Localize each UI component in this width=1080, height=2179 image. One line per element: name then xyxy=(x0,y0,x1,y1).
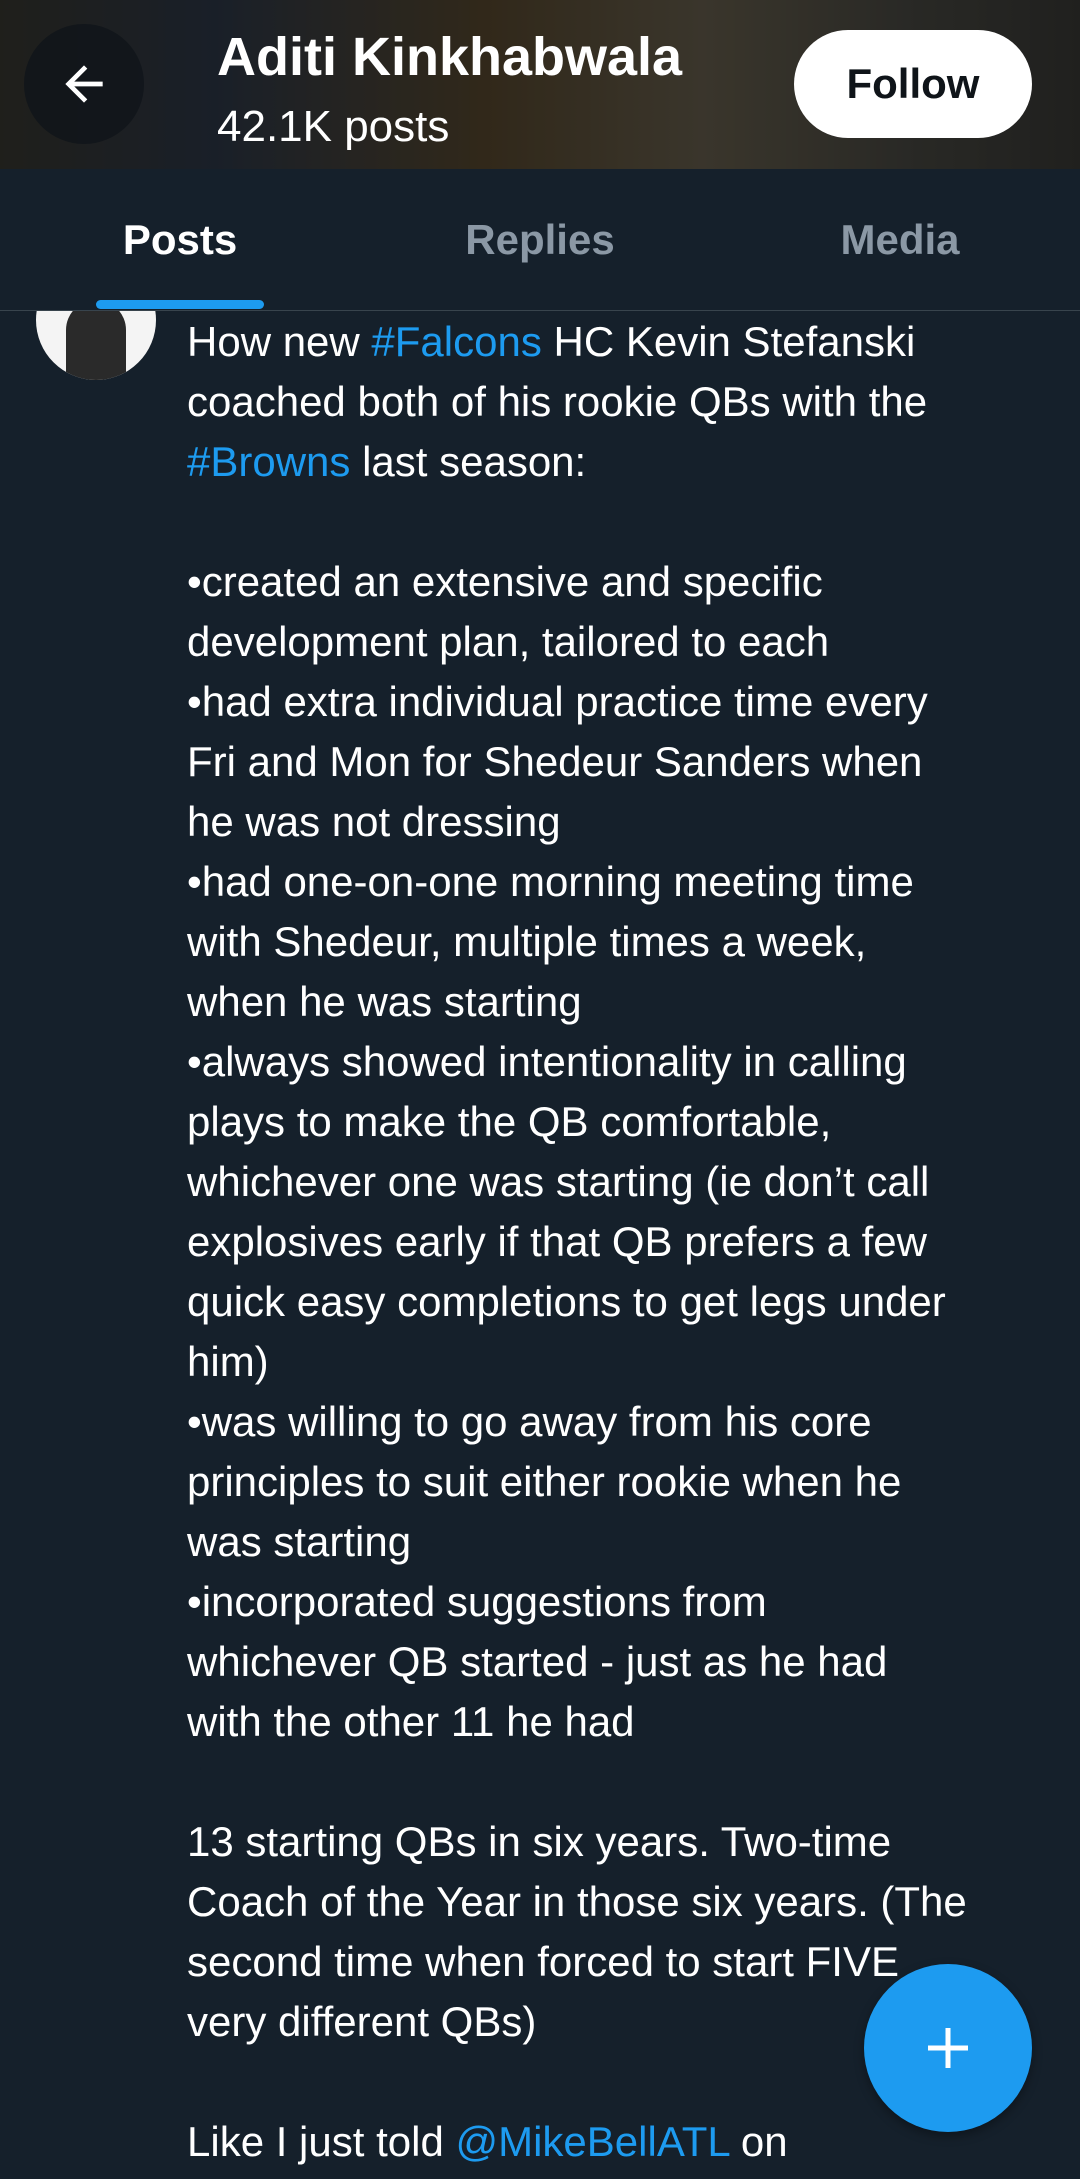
post-text-segment: last season: xyxy=(350,438,587,485)
post-text-segment: was starting xyxy=(187,1518,412,1565)
tab-posts[interactable]: Posts xyxy=(60,169,300,310)
post-text-line xyxy=(187,492,1057,552)
post-text-line: whichever one was starting (ie don’t cal… xyxy=(187,1152,1057,1212)
post-text-segment: •had extra individual practice time ever… xyxy=(187,678,928,725)
post-text-segment: principles to suit either rookie when he xyxy=(187,1458,902,1505)
follow-button[interactable]: Follow xyxy=(794,30,1032,138)
post-text-line: explosives early if that QB prefers a fe… xyxy=(187,1212,1057,1272)
post-text-line: he was not dressing xyxy=(187,792,1057,852)
post-text-segment: with Shedeur, multiple times a week, xyxy=(187,918,867,965)
post-text-segment: quick easy completions to get legs under xyxy=(187,1278,946,1325)
post-text-segment: development plan, tailored to each xyxy=(187,618,830,665)
post-text-line: •had one-on-one morning meeting time xyxy=(187,852,1057,912)
post-text-line: coached both of his rookie QBs with the xyxy=(187,372,1057,432)
post-text-line: Fri and Mon for Shedeur Sanders when xyxy=(187,732,1057,792)
post-text-segment: he was not dressing xyxy=(187,798,561,845)
post-text-line: •was willing to go away from his core xyxy=(187,1392,1057,1452)
profile-name: Aditi Kinkhabwala xyxy=(217,27,683,87)
post-text-line: with Shedeur, multiple times a week, xyxy=(187,912,1057,972)
post-text-segment: plays to make the QB comfortable, xyxy=(187,1098,832,1145)
post-text-segment: Fri and Mon for Shedeur Sanders when xyxy=(187,738,923,785)
post-text-segment: explosives early if that QB prefers a fe… xyxy=(187,1218,927,1265)
post-text-segment: HC Kevin Stefanski xyxy=(541,318,916,365)
post-text-line: with the other 11 he had xyxy=(187,1692,1057,1752)
post-text-line: development plan, tailored to each xyxy=(187,612,1057,672)
avatar-figure xyxy=(66,311,126,380)
post-text-line: quick easy completions to get legs under xyxy=(187,1272,1057,1332)
post-text-line: was starting xyxy=(187,1512,1057,1572)
post-text-segment: •incorporated suggestions from xyxy=(187,1578,767,1625)
hashtag-link[interactable]: #Browns xyxy=(187,438,350,485)
profile-tabs: Posts Replies Media xyxy=(0,169,1080,311)
post-text-segment: 13 starting QBs in six years. Two-time xyxy=(187,1818,892,1865)
post-text-segment: very different QBs) xyxy=(187,1998,537,2045)
post-text-line: •had extra individual practice time ever… xyxy=(187,672,1057,732)
plus-icon xyxy=(928,2028,968,2068)
post-text-line: 13 starting QBs in six years. Two-time xyxy=(187,1812,1057,1872)
compose-button[interactable] xyxy=(864,1964,1032,2132)
post-text-segment: •always showed intentionality in calling xyxy=(187,1038,907,1085)
back-button[interactable] xyxy=(24,24,144,144)
post-text-segment: •created an extensive and specific xyxy=(187,558,823,605)
post-text-segment: How new xyxy=(187,318,372,365)
post-text-segment: Coach of the Year in those six years. (T… xyxy=(187,1878,967,1925)
post-text-line: plays to make the QB comfortable, xyxy=(187,1092,1057,1152)
tab-replies[interactable]: Replies xyxy=(420,169,660,310)
post-text-line: •created an extensive and specific xyxy=(187,552,1057,612)
post-text-segment: on xyxy=(729,2118,788,2165)
post-text-line: •incorporated suggestions from xyxy=(187,1572,1057,1632)
post-text-segment: whichever one was starting (ie don’t cal… xyxy=(187,1158,930,1205)
post-text-line: How new #Falcons HC Kevin Stefanski xyxy=(187,312,1057,372)
post-body: How new #Falcons HC Kevin Stefanski coach… xyxy=(187,312,1057,2172)
post-text-segment: •had one-on-one morning meeting time xyxy=(187,858,914,905)
post-text-line: when he was starting xyxy=(187,972,1057,1032)
post-text-segment: when he was starting xyxy=(187,978,582,1025)
post-text-line: him) xyxy=(187,1332,1057,1392)
post-text-line: •always showed intentionality in calling xyxy=(187,1032,1057,1092)
post-text-segment: coached both of his rookie QBs with the xyxy=(187,378,928,425)
post-text-line: whichever QB started - just as he had xyxy=(187,1632,1057,1692)
post-text-line: #Browns last season: xyxy=(187,432,1057,492)
post-text-line xyxy=(187,1752,1057,1812)
post-text-line: principles to suit either rookie when he xyxy=(187,1452,1057,1512)
post-text-segment: Like I just told xyxy=(187,2118,456,2165)
post-text-segment: second time when forced to start FIVE xyxy=(187,1938,899,1985)
post-text-segment: •was willing to go away from his core xyxy=(187,1398,872,1445)
posts-count: 42.1K posts xyxy=(217,102,450,151)
mention-link[interactable]: @MikeBellATL xyxy=(455,2118,729,2165)
tab-media[interactable]: Media xyxy=(780,169,1020,310)
post-text-segment: with the other 11 he had xyxy=(187,1698,635,1745)
post-text-line: Coach of the Year in those six years. (T… xyxy=(187,1872,1057,1932)
hashtag-link[interactable]: #Falcons xyxy=(371,318,541,365)
active-tab-indicator xyxy=(96,300,264,309)
post-text-segment: whichever QB started - just as he had xyxy=(187,1638,888,1685)
arrow-left-icon xyxy=(65,65,103,103)
profile-header: Aditi Kinkhabwala 42.1K posts Follow xyxy=(0,0,1080,169)
post-text-segment: him) xyxy=(187,1338,269,1385)
